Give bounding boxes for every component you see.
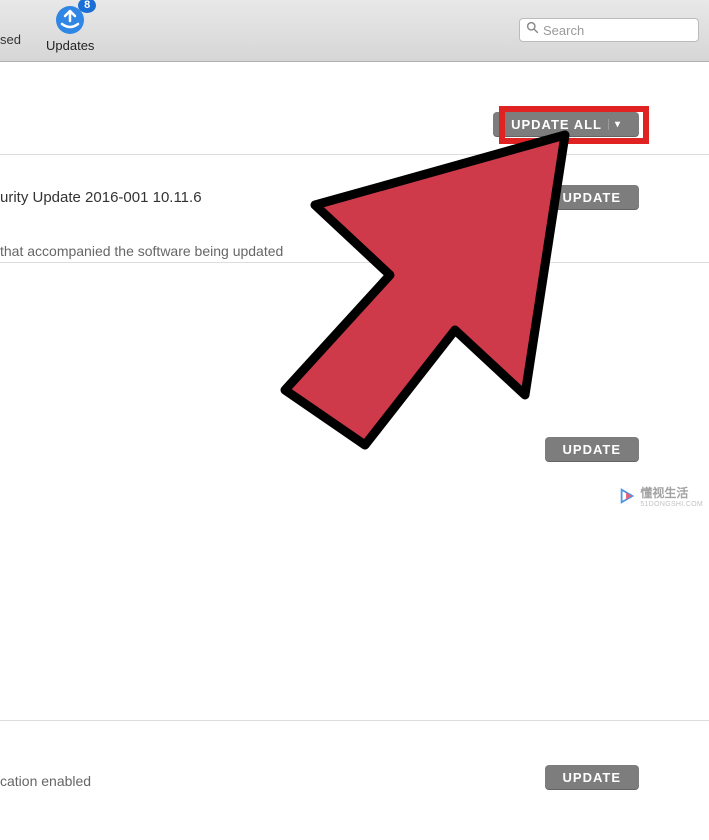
watermark-text: 懂视生活 xyxy=(640,484,703,501)
search-field[interactable] xyxy=(519,18,699,42)
watermark-icon xyxy=(618,487,636,505)
tab-updates[interactable]: 8 Updates xyxy=(46,4,94,53)
update-desc: that accompanied the software being upda… xyxy=(0,243,283,259)
search-icon xyxy=(526,21,539,39)
updates-label: Updates xyxy=(46,38,94,53)
update-title: urity Update 2016-001 10.11.6 xyxy=(0,189,202,206)
toolbar: sed 8 Updates xyxy=(0,0,709,62)
update-all-label: UPDATE ALL xyxy=(511,117,602,132)
watermark: 懂视生活 51DONGSHI.COM xyxy=(618,484,703,508)
update-row: urity Update 2016-001 10.11.6 that accom… xyxy=(0,154,709,259)
chevron-down-icon: ▾ xyxy=(608,119,621,130)
search-input[interactable] xyxy=(543,23,709,38)
watermark-sub: 51DONGSHI.COM xyxy=(640,501,703,508)
update-row: UPDATE xyxy=(0,377,709,547)
update-button[interactable]: UPDATE xyxy=(545,765,639,790)
content-area: UPDATE ALL ▾ urity Update 2016-001 10.11… xyxy=(0,62,709,457)
update-button[interactable]: UPDATE xyxy=(545,437,639,462)
updates-icon: 8 xyxy=(54,4,86,36)
update-button[interactable]: UPDATE xyxy=(545,185,639,210)
update-desc: cation enabled xyxy=(0,773,91,789)
updates-badge: 8 xyxy=(78,0,96,13)
update-row: cation enabled UPDATE xyxy=(0,720,709,840)
tab-fragment: sed xyxy=(0,30,29,49)
update-all-button[interactable]: UPDATE ALL ▾ xyxy=(493,112,639,137)
